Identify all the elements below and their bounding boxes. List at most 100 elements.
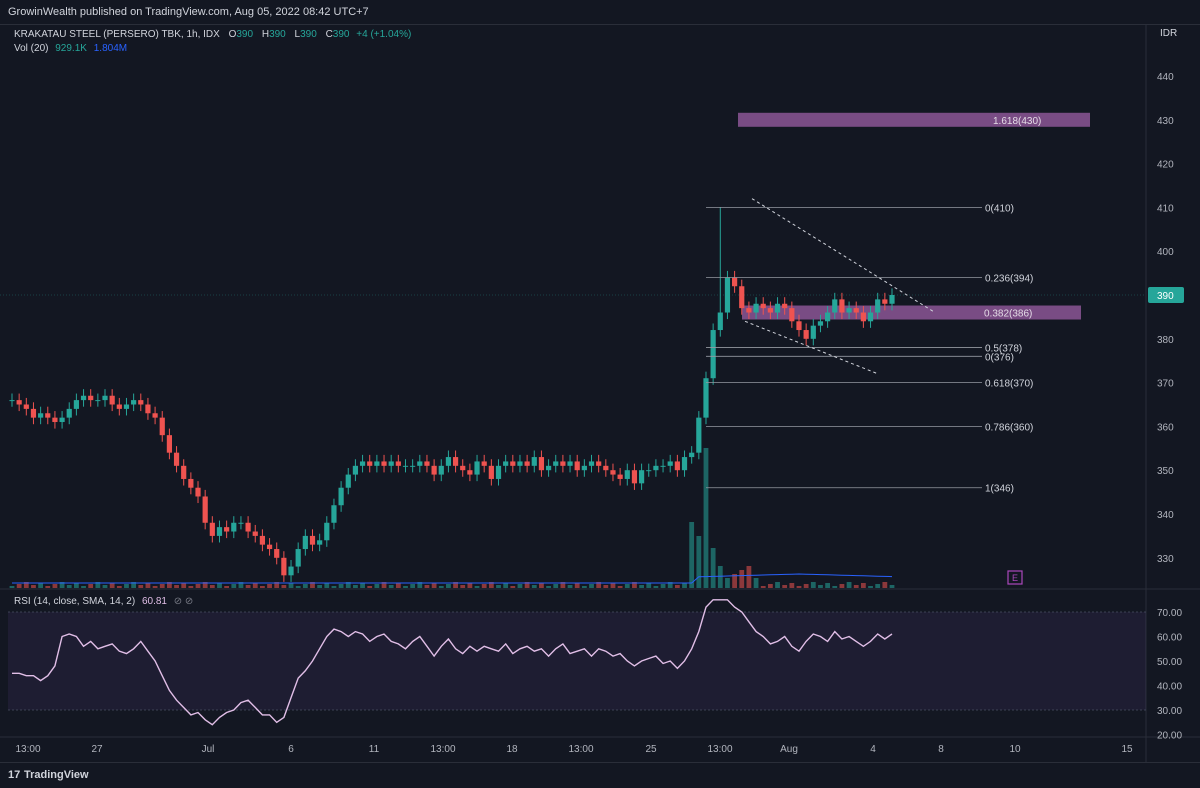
candle-body <box>123 404 130 409</box>
volume-bar <box>875 584 881 588</box>
volume-bar <box>281 585 287 588</box>
volume-bar <box>16 584 22 588</box>
price-tick: 430 <box>1157 116 1174 127</box>
tradingview-logo-icon: 17 <box>8 769 21 781</box>
volume-bar <box>9 586 15 588</box>
volume-bar <box>324 583 330 588</box>
rsi-settings-icon[interactable]: ⊘ ⊘ <box>174 596 194 607</box>
candle-body <box>610 470 616 475</box>
volume-label: Vol (20) <box>14 43 49 54</box>
candle-body <box>638 470 645 484</box>
chart-svg[interactable]: 1.618(430)0.382(386) 0(410)0.236(394)0.5… <box>0 25 1200 762</box>
price-tick: 370 <box>1157 379 1174 390</box>
rsi-label: RSI (14, close, SMA, 14, 2) <box>14 596 136 607</box>
time-tick: 6 <box>288 744 294 755</box>
time-tick: 25 <box>645 744 657 755</box>
volume-bar <box>674 585 680 588</box>
volume-bar <box>295 586 301 588</box>
price-tick: 440 <box>1157 72 1174 83</box>
volume-bar <box>431 583 437 588</box>
volume-bar <box>138 585 144 588</box>
volume-bar <box>145 583 151 588</box>
volume-layer <box>9 448 895 588</box>
candle-body <box>131 400 137 405</box>
time-tick: 13:00 <box>15 744 40 755</box>
candle-body <box>367 461 373 466</box>
volume-bar <box>159 584 165 588</box>
fib-label: 0.786(360) <box>985 422 1033 433</box>
volume-bar <box>610 583 616 588</box>
candle-body <box>45 413 51 418</box>
currency-label: IDR <box>1160 28 1177 39</box>
time-tick: 13:00 <box>707 744 732 755</box>
candle-body <box>417 461 423 466</box>
fib-label: 1(346) <box>985 484 1014 495</box>
candle-body <box>52 417 58 423</box>
candle-body <box>889 295 895 304</box>
volume-bar <box>853 585 859 588</box>
candle-body <box>209 522 215 536</box>
candle-body <box>603 465 609 471</box>
price-tick: 350 <box>1157 466 1174 477</box>
time-tick: 13:00 <box>568 744 593 755</box>
tradingview-brand: TradingView <box>24 769 89 781</box>
candle-body <box>295 549 301 567</box>
time-tick: 4 <box>870 744 876 755</box>
candle-body <box>660 465 666 467</box>
volume-legend: Vol (20) 929.1K 1.804M <box>14 43 127 54</box>
volume-bar <box>209 585 215 588</box>
candle-layer <box>9 207 895 582</box>
candle-body <box>674 461 680 471</box>
candle-body <box>488 465 494 479</box>
candle-body <box>23 404 29 409</box>
time-tick: 8 <box>938 744 944 755</box>
candle-body <box>875 299 881 313</box>
volume-bar <box>531 585 537 588</box>
candle-body <box>88 395 94 401</box>
volume-bar <box>317 585 323 588</box>
volume-bar <box>81 586 86 588</box>
volume-bar <box>224 586 230 588</box>
candle-body <box>681 457 688 471</box>
fib-label: 0.618(370) <box>985 379 1033 390</box>
fib-label: 0.236(394) <box>985 273 1033 284</box>
time-tick: 10 <box>1009 744 1021 755</box>
volume-bar <box>252 583 258 588</box>
candle-body <box>581 465 587 471</box>
volume-bar <box>603 585 609 588</box>
candle-body <box>452 457 459 466</box>
chart-area[interactable]: 1.618(430) 0.382(386) 0(410) 0.236(394) 0.5… <box>0 25 1200 762</box>
change-value: +4 (+1.04%) <box>356 29 412 40</box>
candle-body <box>560 461 566 466</box>
time-tick: 18 <box>506 744 518 755</box>
candle-body <box>767 308 773 313</box>
volume-bar <box>546 586 551 588</box>
price-tick: 330 <box>1157 554 1174 565</box>
candle-body <box>331 505 337 523</box>
volume-bar <box>839 584 845 588</box>
candle-body <box>832 299 838 313</box>
time-tick: Jul <box>202 744 215 755</box>
volume-bar <box>617 586 623 588</box>
candle-body <box>617 474 623 479</box>
symbol-name: KRAKATAU STEEL (PERSERO) TBK, 1h, IDX <box>14 29 220 40</box>
candle-body <box>524 461 530 466</box>
candle-body <box>59 417 65 423</box>
time-tick: 11 <box>369 744 380 755</box>
rsi-legend: RSI (14, close, SMA, 14, 2) 60.81 ⊘ ⊘ <box>14 596 193 607</box>
tradingview-logo[interactable]: 17 TradingView <box>8 769 89 781</box>
candle-body <box>667 461 673 466</box>
candle-body <box>109 395 115 405</box>
publish-header: GrowinWealth published on TradingView.co… <box>0 0 1200 25</box>
volume-bar <box>682 583 687 588</box>
price-tick: 410 <box>1157 203 1174 214</box>
candle-body <box>274 549 280 558</box>
volume-bar <box>245 585 251 588</box>
volume-bar <box>860 583 866 588</box>
volume-bar <box>302 584 308 588</box>
candle-body <box>388 461 394 466</box>
volume-bar <box>589 584 594 588</box>
candle-body <box>224 527 230 532</box>
candle-body <box>467 470 473 475</box>
candle-body <box>302 535 308 550</box>
